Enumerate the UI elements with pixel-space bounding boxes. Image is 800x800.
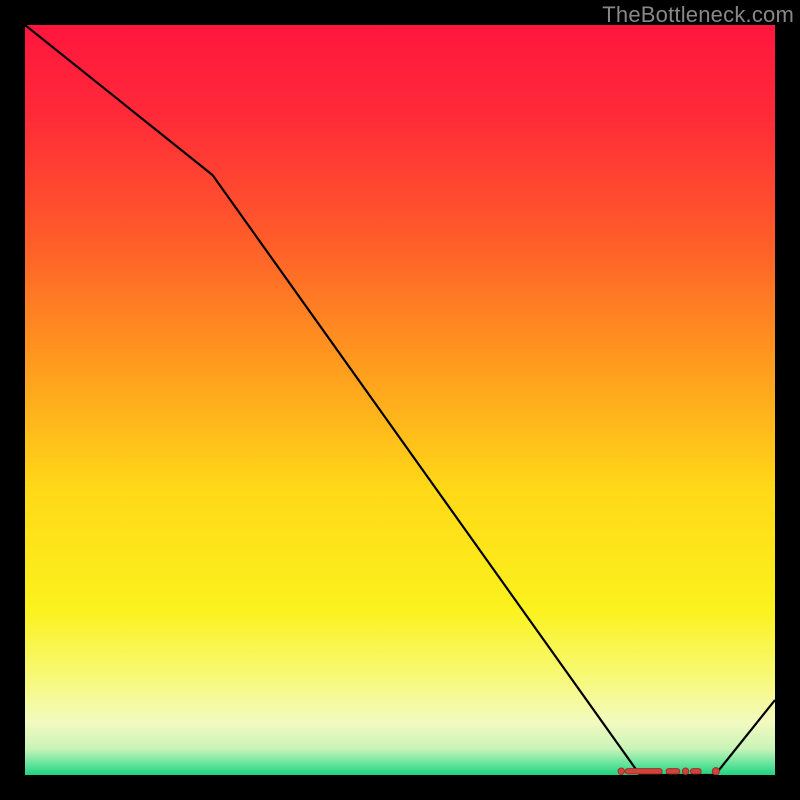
chart-svg	[25, 25, 775, 775]
gradient-background	[25, 25, 775, 775]
watermark-label: TheBottleneck.com	[602, 2, 794, 28]
plot-area	[25, 25, 775, 775]
chart-container: TheBottleneck.com	[0, 0, 800, 800]
